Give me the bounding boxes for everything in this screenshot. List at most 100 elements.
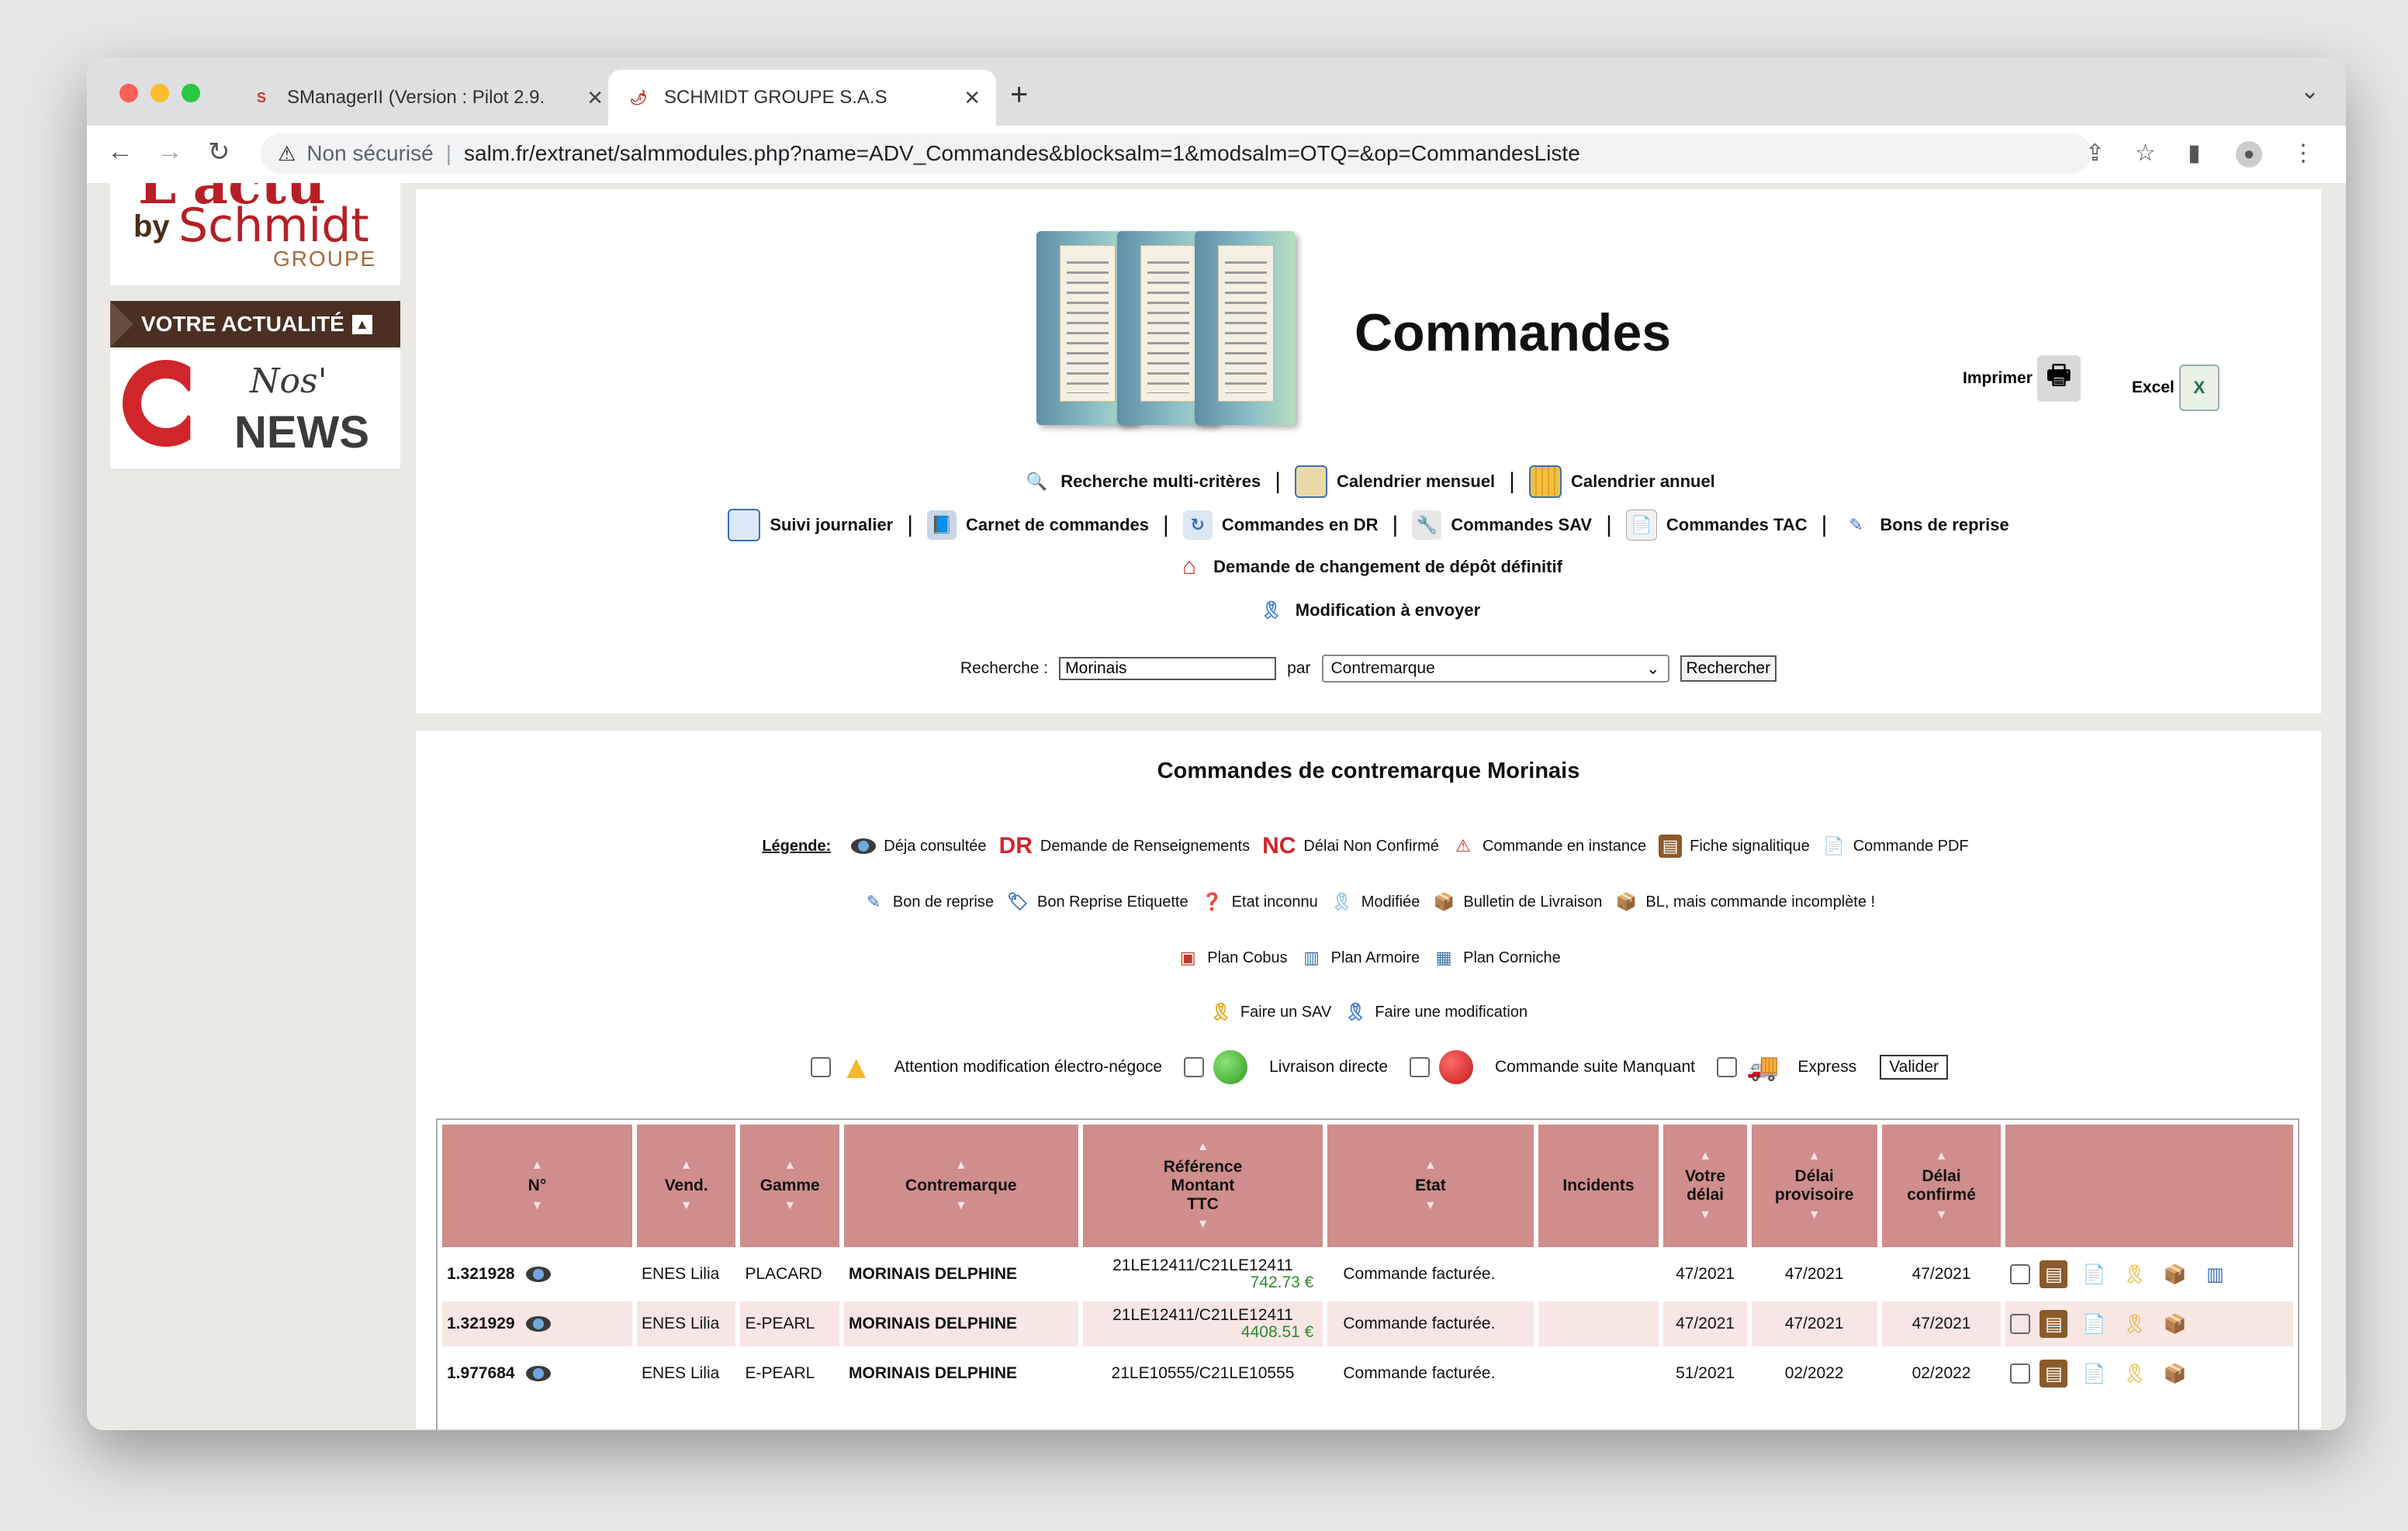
page-content: L'actu by Schmidt GROUPE VOTRE ACTUALITÉ… [87, 183, 2346, 1430]
more-menu-icon[interactable]: ⋮ [2292, 140, 2315, 167]
nos-news-logo[interactable]: Nos' NEWS [110, 347, 400, 468]
toolbox-icon[interactable]: ▤ [2040, 1260, 2068, 1288]
print-button[interactable]: Imprimer 🖶 [1963, 355, 2090, 402]
pdf-icon[interactable]: 📄 [2080, 1360, 2108, 1388]
sav-document-icon: 🔧 [1412, 510, 1442, 540]
excel-button[interactable]: Excel X [2132, 365, 2229, 411]
vendeur: ENES Lilia [636, 1301, 736, 1346]
bookmark-star-icon[interactable]: ☆ [2135, 140, 2156, 167]
toolbox-icon: ▤ [1659, 835, 1683, 858]
row-checkbox[interactable] [2010, 1314, 2031, 1334]
delai-provisoire: 02/2022 [1784, 1364, 1844, 1382]
nav-carnet-commandes[interactable]: 📘 Carnet de commandes [927, 510, 1149, 540]
pdf-icon[interactable]: 📄 [2080, 1260, 2108, 1288]
nav-suivi-journalier[interactable]: Suivi journalier [728, 509, 893, 541]
table-row[interactable]: 1.977684 ENES Lilia E-PEARL MORINAIS DEL… [442, 1351, 2293, 1396]
pdf-icon[interactable]: 📄 [2080, 1310, 2108, 1338]
tac-document-icon: 📄 [1625, 510, 1657, 541]
reference: 21LE12411/C21LE12411 742.73 € [1083, 1252, 1323, 1297]
toolbox-icon[interactable]: ▤ [2040, 1310, 2068, 1338]
order-number[interactable]: 1.321929 [447, 1315, 515, 1332]
row-checkbox[interactable] [2010, 1363, 2031, 1384]
col-etat[interactable]: ▲ Etat ▼ [1327, 1125, 1534, 1247]
nav-modification-envoyer[interactable]: 🎗 Modification à envoyer [1257, 596, 1480, 625]
delai-confirme: 02/2022 [1912, 1364, 1971, 1382]
delivery-icon[interactable]: 📦 [2161, 1360, 2188, 1388]
daily-calendar-icon [728, 509, 761, 541]
results-title: Commandes de contremarque Morinais [1157, 759, 1580, 783]
table-row[interactable]: 1.321928 ENES Lilia PLACARD MORINAIS DEL… [442, 1252, 2293, 1297]
tab-smanager[interactable]: S SManagerII (Version : Pilot 2.9. ✕ [231, 70, 619, 126]
edit-document-icon: ✎ [866, 892, 881, 911]
col-delai-provisoire[interactable]: ▲ Délai provisoire ▼ [1751, 1125, 1877, 1247]
share-icon[interactable]: ⇪ [2085, 140, 2105, 167]
col-delai-confirme[interactable]: ▲ Délai confirmé ▼ [1881, 1125, 2001, 1247]
order-number[interactable]: 1.321928 [447, 1265, 515, 1283]
ribbon-yellow-icon[interactable]: 🎗 [2120, 1360, 2148, 1388]
nav-calendrier-mensuel[interactable]: Calendrier mensuel [1294, 465, 1495, 498]
close-window-button[interactable] [119, 84, 138, 102]
tab-close-icon[interactable]: ✕ [586, 86, 604, 110]
col-vend[interactable]: ▲ Vend. ▼ [636, 1125, 736, 1247]
collapse-triangle-icon[interactable]: ▲ [351, 314, 372, 334]
nav-commandes-sav[interactable]: 🔧 Commandes SAV [1412, 510, 1592, 540]
ribbon-light-icon: 🎗 [1330, 892, 1353, 911]
row-actions: ▤ 📄 🎗 📦 [2005, 1351, 2293, 1396]
express-checkbox[interactable] [1717, 1057, 1737, 1077]
tab-schmidt[interactable]: 🌶 SCHMIDT GROUPE S.A.S ✕ [608, 70, 996, 126]
maximize-window-button[interactable] [182, 84, 200, 102]
profile-avatar-icon[interactable]: ● [2236, 141, 2262, 168]
legend-row-4: 🎗 Faire un SAV 🎗 Faire une modification [416, 1001, 2321, 1024]
delivery-icon[interactable]: 📦 [2161, 1260, 2188, 1288]
eye-icon[interactable] [525, 1267, 551, 1283]
table-row[interactable]: 1.321929 ENES Lilia E-PEARL MORINAIS DEL… [442, 1301, 2293, 1346]
forward-arrow-icon[interactable]: → [157, 137, 183, 167]
ribbon-yellow-icon[interactable]: 🎗 [2120, 1310, 2148, 1338]
plan-armoire-icon[interactable]: ▥ [2201, 1260, 2229, 1288]
actu-schmidt-logo[interactable]: L'actu by Schmidt GROUPE [110, 183, 400, 285]
col-gamme[interactable]: ▲ Gamme ▼ [740, 1125, 839, 1247]
minimize-window-button[interactable] [150, 84, 169, 102]
col-contremarque[interactable]: ▲ Contremarque ▼ [844, 1125, 1078, 1247]
side-panel-icon[interactable]: ▮ [2188, 140, 2201, 167]
nav-calendrier-annuel[interactable]: Calendrier annuel [1528, 465, 1715, 498]
electro-negoce-checkbox[interactable] [810, 1057, 831, 1077]
address-bar[interactable]: ⚠ Non sécurisé | salm.fr/extranet/salmmo… [261, 133, 2091, 174]
nav-changement-depot[interactable]: ⌂ Demande de changement de dépôt définiti… [1175, 552, 1562, 582]
rechercher-button[interactable]: Rechercher [1680, 655, 1777, 682]
amount: 742.73 € [1250, 1274, 1314, 1291]
nav-recherche-multi[interactable]: 🔍 Recherche multi-critères [1022, 467, 1261, 496]
tab-search-chevron-icon[interactable]: ⌄ [2300, 78, 2320, 105]
filter-options: ▲ Attention modification électro-négoce … [416, 1049, 2321, 1086]
search-field-select[interactable]: Contremarque ⌄ [1321, 655, 1669, 683]
col-reference[interactable]: ▲ Référence Montant TTC ▼ [1082, 1125, 1323, 1247]
suite-manquant-checkbox[interactable] [1410, 1057, 1431, 1077]
eye-icon[interactable] [525, 1316, 551, 1332]
delivery-icon[interactable]: 📦 [2161, 1310, 2188, 1338]
col-num[interactable]: ▲ N° ▼ [442, 1125, 632, 1247]
toolbox-icon[interactable]: ▤ [2040, 1360, 2068, 1388]
nav-bons-reprise[interactable]: ✎ Bons de reprise [1841, 510, 2009, 540]
smanager-favicon-icon: S [256, 89, 266, 105]
valider-button[interactable]: Valider [1880, 1055, 1949, 1080]
new-tab-icon[interactable]: + [1010, 78, 1028, 112]
etat: Commande facturée. [1327, 1301, 1534, 1346]
nav-commandes-tac[interactable]: 📄 Commandes TAC [1625, 510, 1808, 541]
search-input[interactable] [1059, 657, 1277, 680]
reference: 21LE12411/C21LE12411 4408.51 € [1082, 1301, 1323, 1346]
row-checkbox[interactable] [2010, 1264, 2031, 1284]
eye-icon[interactable] [525, 1366, 551, 1382]
contremarque: MORINAIS DELPHINE [849, 1265, 1018, 1283]
tab-close-icon[interactable]: ✕ [964, 86, 981, 110]
votre-actualite-banner[interactable]: VOTRE ACTUALITÉ ▲ [110, 301, 400, 347]
col-votre-delai[interactable]: ▲ Votre délai ▼ [1663, 1125, 1747, 1247]
order-number[interactable]: 1.977684 [447, 1364, 515, 1382]
back-arrow-icon[interactable]: ← [107, 137, 133, 167]
livraison-directe-checkbox[interactable] [1184, 1057, 1205, 1077]
nav-commandes-dr[interactable]: ↻ Commandes en DR [1182, 510, 1379, 540]
tab-title: SManagerII (Version : Pilot 2.9. [287, 87, 545, 108]
legend-row-3: ▣ Plan Cobus ▥ Plan Armoire ▦ Plan Corniche [416, 946, 2321, 969]
url-text[interactable]: salm.fr/extranet/salmmodules.php?name=AD… [464, 141, 1580, 166]
reload-icon[interactable]: ↻ [208, 137, 230, 168]
ribbon-yellow-icon[interactable]: 🎗 [2120, 1260, 2148, 1288]
